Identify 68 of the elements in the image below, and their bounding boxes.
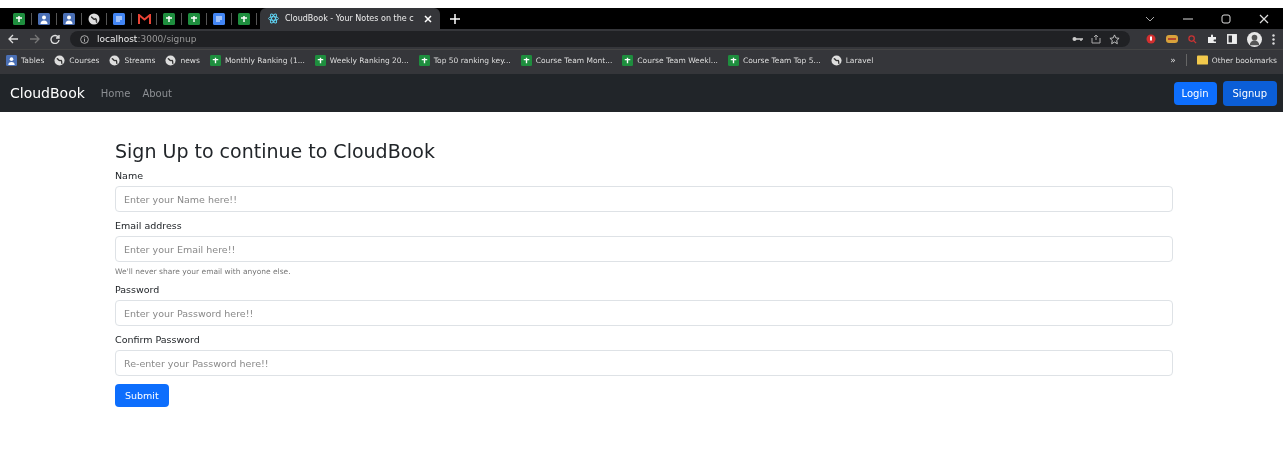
avatar-icon[interactable] bbox=[1247, 31, 1262, 47]
brand-link[interactable]: CloudBook bbox=[10, 85, 85, 101]
contact-card-icon bbox=[38, 12, 50, 25]
input-field[interactable]: Re-enter your Password here!! bbox=[115, 350, 1173, 376]
new-tab-icon[interactable] bbox=[450, 13, 460, 24]
login-button[interactable]: Login bbox=[1173, 81, 1217, 105]
globe-icon bbox=[54, 54, 66, 66]
sheet-icon bbox=[238, 12, 250, 25]
address-bar[interactable]: localhost:3000/signup bbox=[70, 31, 1130, 47]
sheet-icon bbox=[727, 54, 739, 66]
pinned-tab[interactable] bbox=[210, 10, 228, 27]
menu-icon[interactable] bbox=[1272, 33, 1275, 45]
close-icon[interactable] bbox=[1259, 13, 1269, 24]
contact-card-icon bbox=[6, 54, 17, 66]
sheet-icon bbox=[209, 54, 221, 66]
document-icon bbox=[213, 12, 225, 25]
input-field[interactable]: Enter your Email here!! bbox=[115, 236, 1173, 262]
contact-card-icon bbox=[63, 12, 75, 25]
url-text: localhost:3000/signup bbox=[97, 34, 197, 44]
pinned-tab[interactable] bbox=[160, 10, 178, 27]
share-icon[interactable] bbox=[1091, 34, 1101, 44]
sheet-icon bbox=[418, 54, 430, 66]
nav-link[interactable]: About bbox=[142, 87, 172, 99]
form-title: Sign Up to continue to CloudBook bbox=[115, 140, 436, 162]
document-icon bbox=[113, 12, 125, 25]
sheet-icon bbox=[188, 12, 200, 25]
field-label: Confirm Password bbox=[115, 334, 201, 345]
signup-button[interactable]: Signup bbox=[1222, 80, 1277, 106]
nav-link[interactable]: Home bbox=[100, 87, 131, 99]
sheet-icon bbox=[314, 54, 326, 66]
globe-icon bbox=[165, 54, 177, 66]
folder-icon bbox=[1196, 55, 1208, 65]
chevron-down-icon[interactable] bbox=[1145, 15, 1155, 22]
input-field[interactable]: Enter your Password here!! bbox=[115, 300, 1173, 326]
globe-icon bbox=[88, 12, 100, 25]
mail-icon bbox=[137, 13, 151, 24]
pinned-tab[interactable] bbox=[110, 10, 128, 27]
forward-icon[interactable] bbox=[29, 34, 40, 44]
sheet-icon bbox=[520, 54, 532, 66]
reload-icon[interactable] bbox=[50, 34, 60, 44]
input-field[interactable]: Enter your Name here!! bbox=[115, 186, 1173, 212]
pinned-tab[interactable] bbox=[10, 10, 28, 27]
pinned-tab[interactable] bbox=[60, 10, 78, 27]
field-label: Password bbox=[115, 284, 161, 295]
sheet-icon bbox=[163, 12, 175, 25]
sheet-icon bbox=[622, 54, 634, 66]
pinned-tab[interactable] bbox=[235, 10, 253, 27]
pinned-tab[interactable] bbox=[185, 10, 203, 27]
info-icon bbox=[80, 34, 89, 44]
key-icon[interactable] bbox=[1072, 36, 1083, 42]
tab-title: CloudBook - Your Notes on the c bbox=[285, 14, 415, 23]
pinned-tab[interactable] bbox=[35, 10, 53, 27]
minimize-icon[interactable] bbox=[1183, 17, 1193, 20]
more-bookmarks-button[interactable]: » bbox=[1170, 55, 1176, 65]
star-icon[interactable] bbox=[1109, 33, 1120, 45]
field-label: Email address bbox=[115, 220, 183, 231]
globe-icon bbox=[830, 54, 842, 66]
puzzle-icon[interactable] bbox=[1207, 34, 1217, 44]
browser-tab[interactable]: CloudBook - Your Notes on the c bbox=[260, 8, 440, 29]
submit-button[interactable]: Submit bbox=[115, 384, 169, 407]
back-icon[interactable] bbox=[8, 34, 19, 44]
field-label: Name bbox=[115, 170, 145, 181]
extension-icon[interactable] bbox=[1146, 34, 1156, 44]
atom-icon bbox=[268, 13, 279, 24]
globe-icon bbox=[109, 54, 121, 66]
restore-icon[interactable] bbox=[1221, 13, 1231, 24]
sheet-icon bbox=[13, 12, 25, 25]
side-panel-icon[interactable] bbox=[1227, 34, 1237, 44]
